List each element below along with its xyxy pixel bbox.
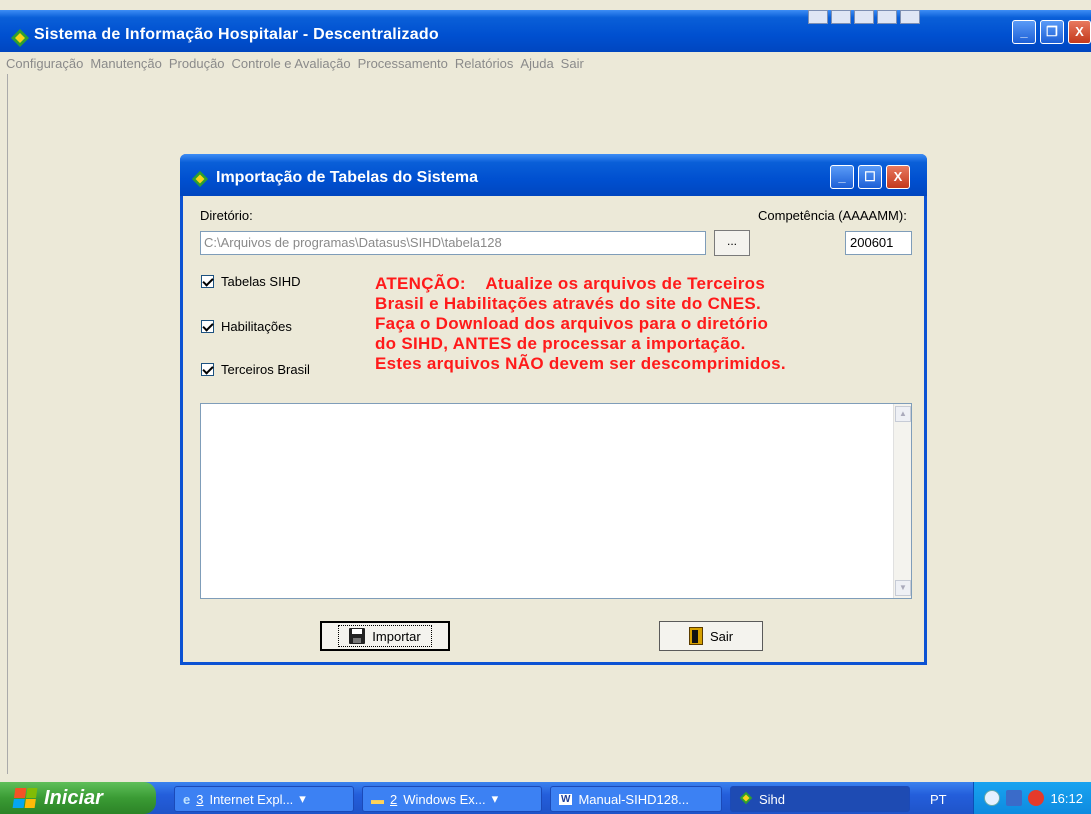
- outlook-icon[interactable]: [877, 10, 897, 24]
- windows-flag-icon: [12, 788, 38, 808]
- checkbox-tabelas-sihd[interactable]: Tabelas SIHD: [201, 274, 300, 289]
- warning-line: Faça o Download dos arquivos para o dire…: [375, 314, 769, 333]
- ie-icon: e: [183, 791, 191, 807]
- exit-button-label: Sair: [709, 628, 734, 644]
- task-count: 3: [196, 791, 204, 807]
- minimize-button[interactable]: _: [1012, 20, 1036, 44]
- scroll-up-icon[interactable]: ▲: [895, 406, 911, 422]
- menu-processamento[interactable]: Processamento: [358, 56, 448, 71]
- browse-button[interactable]: ...: [714, 230, 750, 256]
- language-indicator[interactable]: PT: [930, 792, 947, 807]
- task-windows-explorer[interactable]: ▬ 2 Windows Ex... ▾: [362, 786, 542, 812]
- office-quick-launch: [808, 10, 920, 24]
- task-word-document[interactable]: W Manual-SIHD128...: [550, 786, 722, 812]
- warning-line: do SIHD, ANTES de processar a importação…: [375, 334, 746, 353]
- dialog-close-button[interactable]: X: [886, 165, 910, 189]
- word-doc-icon: W: [559, 793, 573, 805]
- dialog-title: Importação de Tabelas do Sistema: [216, 169, 479, 186]
- exit-door-icon: [688, 627, 703, 645]
- directory-label: Diretório:: [200, 208, 253, 223]
- warning-line: Brasil e Habilitações através do site do…: [375, 294, 762, 313]
- checkbox-label: Terceiros Brasil: [221, 362, 310, 377]
- excel-icon[interactable]: [831, 10, 851, 24]
- checkbox-label: Habilitações: [221, 319, 292, 334]
- folder-icon: ▬: [371, 791, 384, 807]
- dialog-minimize-button[interactable]: _: [830, 165, 854, 189]
- directory-input[interactable]: C:\Arquivos de programas\Datasus\SIHD\ta…: [200, 231, 706, 255]
- warning-line: Estes arquivos NÃO devem ser descomprimi…: [375, 354, 786, 373]
- task-label: Manual-SIHD128...: [578, 791, 690, 807]
- warning-message: ATENÇÃO: Atualize os arquivos de Terceir…: [375, 274, 895, 374]
- checkbox-terceiros-brasil[interactable]: Terceiros Brasil: [201, 362, 310, 377]
- app-title-bar: Sistema de Informação Hospitalar - Desce…: [0, 10, 1091, 52]
- floppy-disk-icon: [349, 628, 366, 644]
- chevron-down-icon: ▾: [299, 791, 306, 806]
- mdi-border: [0, 74, 8, 774]
- task-label: Windows Ex...: [403, 791, 486, 807]
- menu-configuracao[interactable]: Configuração: [6, 56, 83, 71]
- dialog-title-bar: Importação de Tabelas do Sistema _ ☐ X: [180, 154, 927, 196]
- menu-relatorios[interactable]: Relatórios: [455, 56, 514, 71]
- start-label: Iniciar: [44, 786, 103, 809]
- task-internet-explorer[interactable]: e 3 Internet Expl... ▾: [174, 786, 354, 812]
- taskbar: Iniciar e 3 Internet Expl... ▾ ▬ 2 Windo…: [0, 782, 1091, 814]
- close-button[interactable]: X: [1068, 20, 1091, 44]
- task-label: Internet Expl...: [209, 791, 294, 807]
- checkbox-checked-icon[interactable]: [201, 320, 214, 333]
- import-button-label: Importar: [372, 628, 421, 644]
- network-icon[interactable]: [1006, 790, 1023, 806]
- powerpoint-icon[interactable]: [854, 10, 874, 24]
- menu-manutencao[interactable]: Manutenção: [90, 56, 162, 71]
- task-label: Sihd: [759, 791, 786, 807]
- import-dialog: Importação de Tabelas do Sistema _ ☐ X D…: [180, 154, 927, 665]
- ie-icon[interactable]: [900, 10, 920, 24]
- checkbox-habilitacoes[interactable]: Habilitações: [201, 319, 292, 334]
- log-scrollbar[interactable]: ▲ ▼: [893, 404, 911, 598]
- task-sihd[interactable]: Sihd: [730, 786, 910, 812]
- restore-button[interactable]: ❐: [1040, 20, 1064, 44]
- scroll-down-icon[interactable]: ▼: [895, 580, 911, 596]
- competence-label: Competência (AAAAMM):: [758, 208, 907, 223]
- menu-ajuda[interactable]: Ajuda: [520, 56, 553, 71]
- system-tray: 16:12: [973, 782, 1091, 814]
- app-logo-icon: [10, 28, 30, 51]
- checkbox-checked-icon[interactable]: [201, 275, 214, 288]
- dialog-logo-icon: [191, 170, 209, 191]
- checkbox-checked-icon[interactable]: [201, 363, 214, 376]
- menu-producao[interactable]: Produção: [169, 56, 225, 71]
- task-count: 2: [390, 791, 398, 807]
- tray-expand-icon[interactable]: [984, 790, 1001, 806]
- dialog-maximize-button[interactable]: ☐: [858, 165, 882, 189]
- import-button[interactable]: Importar: [320, 621, 450, 651]
- menu-controle-avaliacao[interactable]: Controle e Avaliação: [232, 56, 351, 71]
- menu-sair[interactable]: Sair: [561, 56, 584, 71]
- start-button[interactable]: Iniciar: [0, 782, 156, 814]
- security-alert-icon[interactable]: [1028, 790, 1045, 806]
- competence-input[interactable]: 200601: [845, 231, 912, 255]
- word-icon[interactable]: [808, 10, 828, 24]
- app-title: Sistema de Informação Hospitalar - Desce…: [34, 26, 439, 43]
- clock: 16:12: [1050, 790, 1083, 806]
- exit-button[interactable]: Sair: [659, 621, 763, 651]
- chevron-down-icon: ▾: [491, 791, 499, 806]
- menu-bar: Configuração Manutenção Produção Control…: [0, 52, 1091, 74]
- warning-line: ATENÇÃO: Atualize os arquivos de Terceir…: [375, 274, 766, 293]
- sihd-icon: [739, 791, 753, 808]
- log-textarea[interactable]: ▲ ▼: [200, 403, 912, 599]
- checkbox-label: Tabelas SIHD: [221, 274, 301, 289]
